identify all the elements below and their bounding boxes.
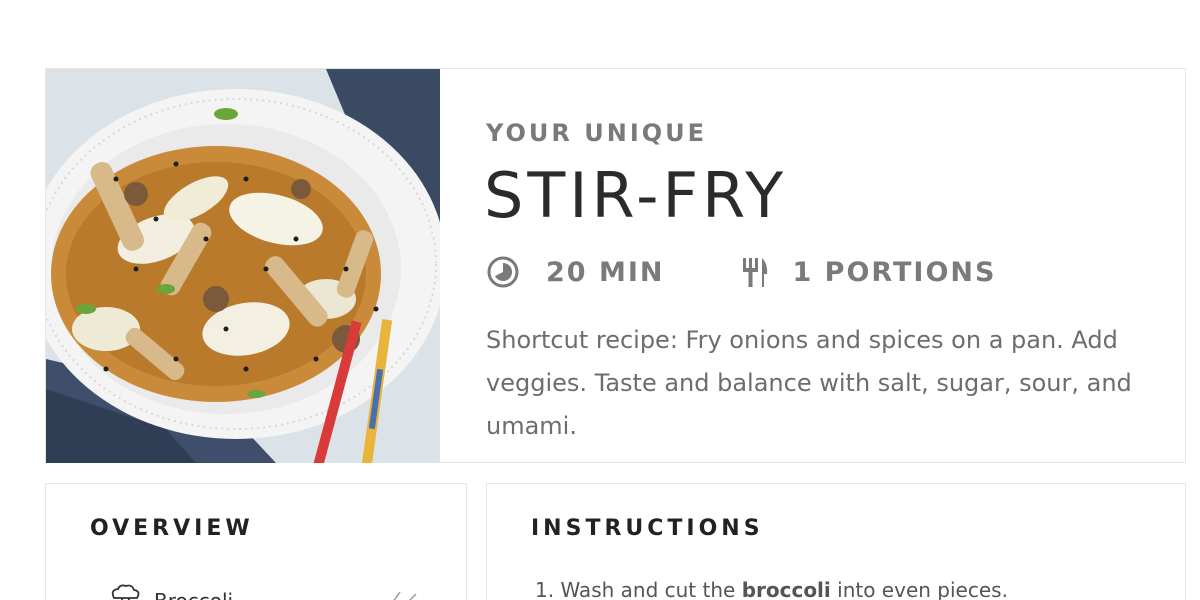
stir-fry-bowl-photo (46, 69, 440, 463)
broccoli-icon (108, 584, 142, 600)
recipe-hero-card: YOUR UNIQUE STIR-FRY 20 MIN 1 PORTIONS S… (45, 68, 1186, 463)
recipe-meta-row: 20 MIN 1 PORTIONS (486, 254, 996, 290)
servings-group: 1 PORTIONS (738, 255, 996, 289)
step-ingredient-highlight: broccoli (741, 578, 831, 600)
recipe-description: Shortcut recipe: Fry onions and spices o… (486, 326, 1132, 440)
servings-count: 1 PORTIONS (792, 256, 997, 288)
step-text-prefix: 1. Wash and cut the (535, 578, 742, 600)
ingredient-name: Broccoli (154, 589, 233, 600)
cook-time: 20 MIN (546, 256, 665, 288)
instructions-panel: INSTRUCTIONS 1. Wash and cut the broccol… (486, 483, 1186, 600)
fork-knife-icon (738, 255, 772, 289)
recipe-hero-text: YOUR UNIQUE STIR-FRY 20 MIN 1 PORTIONS S… (484, 69, 1185, 462)
clock-icon (486, 255, 520, 289)
overview-panel: OVERVIEW Broccoli (45, 483, 467, 600)
recipe-title: STIR-FRY (484, 159, 788, 232)
instructions-heading: INSTRUCTIONS (531, 516, 764, 541)
step-text-suffix: into even pieces. (830, 578, 1008, 600)
edit-icon[interactable] (386, 588, 420, 600)
overview-heading: OVERVIEW (90, 516, 254, 541)
ingredient-item[interactable]: Broccoli (108, 584, 233, 600)
instruction-step: 1. Wash and cut the broccoli into even p… (535, 578, 1008, 600)
recipe-eyebrow: YOUR UNIQUE (486, 119, 708, 147)
